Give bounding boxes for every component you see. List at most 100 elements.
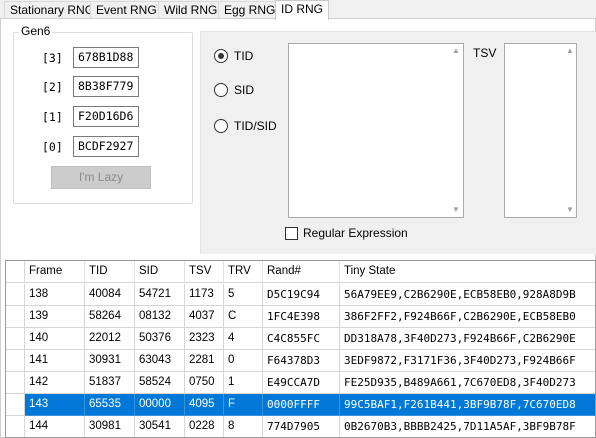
row-header[interactable] (6, 350, 25, 372)
row-header[interactable] (6, 372, 25, 394)
cell-tid[interactable]: 30931 (85, 350, 135, 372)
row-header-corner (6, 261, 25, 283)
col-header-tiny-state[interactable]: Tiny State (340, 261, 595, 283)
cell-sid[interactable]: 58524 (135, 372, 185, 394)
cell-tiny-state[interactable]: 0B2670B3,BBBB2425,7D11A5AF,3BF9B78F (340, 416, 595, 437)
radio-selected-dot (218, 53, 224, 59)
regex-checkbox-label: Regular Expression (303, 226, 408, 240)
results-grid[interactable]: Frame TID SID TSV TRV Rand# Tiny State 1… (5, 260, 596, 438)
cell-tsv[interactable]: 0228 (185, 416, 224, 437)
table-row[interactable]: 141 30931 63043 2281 0 F64378D3 3EDF9872,F3171… (6, 350, 595, 372)
cell-rand[interactable]: C4C855FC (263, 328, 340, 350)
cell-sid[interactable]: 08132 (135, 306, 185, 328)
cell-tid[interactable]: 58264 (85, 306, 135, 328)
cell-trv[interactable]: 1 (224, 372, 263, 394)
seed-label-3: [3] (42, 51, 63, 65)
cell-rand[interactable]: 0000FFFF (263, 394, 340, 416)
scroll-down-arrow-icon[interactable]: ▼ (565, 206, 575, 214)
tab-strip: Stationary RNG Event RNG Wild RNG Egg RN… (0, 0, 596, 20)
cell-sid[interactable]: 54721 (135, 284, 185, 306)
col-header-rand[interactable]: Rand# (263, 261, 340, 283)
scroll-down-arrow-icon[interactable]: ▼ (451, 206, 461, 214)
tab-stationary-rng[interactable]: Stationary RNG (4, 1, 94, 19)
cell-rand[interactable]: E49CCA7D (263, 372, 340, 394)
cell-frame[interactable]: 144 (25, 416, 85, 437)
cell-tid[interactable]: 51837 (85, 372, 135, 394)
row-header[interactable] (6, 394, 25, 416)
row-header[interactable] (6, 306, 25, 328)
cell-tiny-state[interactable]: 99C5BAF1,F261B441,3BF9B78F,7C670ED8 (340, 394, 595, 416)
cell-tiny-state[interactable]: 3EDF9872,F3171F36,3F40D273,F924B66F (340, 350, 595, 372)
cell-tiny-state[interactable]: DD318A78,3F40D273,F924B66F,C2B6290E (340, 328, 595, 350)
cell-frame[interactable]: 143 (25, 394, 85, 416)
cell-tiny-state[interactable]: FE25D935,B489A661,7C670ED8,3F40D273 (340, 372, 595, 394)
col-header-sid[interactable]: SID (135, 261, 185, 283)
cell-frame[interactable]: 139 (25, 306, 85, 328)
cell-rand[interactable]: 1FC4E398 (263, 306, 340, 328)
seed-1-input[interactable]: F20D16D6 (73, 106, 139, 127)
cell-tid[interactable]: 30981 (85, 416, 135, 437)
radio-tid-sid-button[interactable] (214, 119, 228, 133)
tab-egg-rng[interactable]: Egg RNG (218, 1, 276, 19)
gen6-group-title: Gen6 (19, 24, 53, 38)
table-row[interactable]: 142 51837 58524 0750 1 E49CCA7D FE25D935,B489A… (6, 372, 595, 394)
cell-tsv[interactable]: 1173 (185, 284, 224, 306)
grid-header-row: Frame TID SID TSV TRV Rand# Tiny State (6, 261, 595, 283)
col-header-tid[interactable]: TID (85, 261, 135, 283)
id-values-textbox[interactable]: ▲ ▼ (288, 43, 464, 218)
col-header-trv[interactable]: TRV (224, 261, 263, 283)
scroll-up-arrow-icon[interactable]: ▲ (565, 47, 575, 55)
cell-tid[interactable]: 22012 (85, 328, 135, 350)
cell-rand[interactable]: 774D7905 (263, 416, 340, 437)
cell-rand[interactable]: F64378D3 (263, 350, 340, 372)
cell-sid[interactable]: 63043 (135, 350, 185, 372)
cell-rand[interactable]: D5C19C94 (263, 284, 340, 306)
seed-label-0: [0] (42, 140, 63, 154)
seed-label-2: [2] (42, 80, 63, 94)
seed-2-input[interactable]: 8B38F779 (73, 76, 139, 97)
im-lazy-button[interactable]: I'm Lazy (51, 166, 151, 189)
tab-wild-rng[interactable]: Wild RNG (158, 1, 219, 19)
cell-trv[interactable]: 0 (224, 350, 263, 372)
tab-id-rng[interactable]: ID RNG (275, 0, 329, 20)
table-row[interactable]: 143 65535 00000 4095 F 0000FFFF 99C5BAF1,F261B… (6, 394, 595, 416)
col-header-tsv[interactable]: TSV (185, 261, 224, 283)
seed-3-input[interactable]: 678B1D88 (73, 47, 139, 68)
cell-tid[interactable]: 65535 (85, 394, 135, 416)
cell-frame[interactable]: 141 (25, 350, 85, 372)
cell-frame[interactable]: 142 (25, 372, 85, 394)
col-header-frame[interactable]: Frame (25, 261, 85, 283)
cell-trv[interactable]: 4 (224, 328, 263, 350)
cell-tiny-state[interactable]: 386F2FF2,F924B66F,C2B6290E,ECB58EB0 (340, 306, 595, 328)
tsv-textbox[interactable]: ▲ ▼ (504, 43, 577, 218)
seed-0-input[interactable]: BCDF2927 (73, 136, 139, 157)
cell-frame[interactable]: 138 (25, 284, 85, 306)
cell-tsv[interactable]: 4095 (185, 394, 224, 416)
cell-tsv[interactable]: 0750 (185, 372, 224, 394)
cell-trv[interactable]: 8 (224, 416, 263, 437)
table-row[interactable]: 138 40084 54721 1173 5 D5C19C94 56A79EE9,C2B62… (6, 284, 595, 306)
row-header[interactable] (6, 416, 25, 437)
cell-sid[interactable]: 30541 (135, 416, 185, 437)
cell-trv[interactable]: 5 (224, 284, 263, 306)
radio-tid-button[interactable] (214, 49, 228, 63)
radio-sid-button[interactable] (214, 83, 228, 97)
cell-tsv[interactable]: 4037 (185, 306, 224, 328)
tab-event-rng[interactable]: Event RNG (90, 1, 159, 19)
row-header[interactable] (6, 328, 25, 350)
cell-frame[interactable]: 140 (25, 328, 85, 350)
cell-trv[interactable]: C (224, 306, 263, 328)
scroll-up-arrow-icon[interactable]: ▲ (451, 47, 461, 55)
table-row[interactable]: 140 22012 50376 2323 4 C4C855FC DD318A78,3F40D… (6, 328, 595, 350)
table-row[interactable]: 139 58264 08132 4037 C 1FC4E398 386F2FF2,F924B… (6, 306, 595, 328)
cell-tsv[interactable]: 2281 (185, 350, 224, 372)
table-row[interactable]: 144 30981 30541 0228 8 774D7905 0B2670B3,BBBB2… (6, 416, 595, 437)
cell-sid[interactable]: 50376 (135, 328, 185, 350)
regex-checkbox[interactable] (285, 227, 298, 240)
cell-sid[interactable]: 00000 (135, 394, 185, 416)
row-header[interactable] (6, 284, 25, 306)
cell-tsv[interactable]: 2323 (185, 328, 224, 350)
cell-tiny-state[interactable]: 56A79EE9,C2B6290E,ECB58EB0,928A8D9B (340, 284, 595, 306)
cell-tid[interactable]: 40084 (85, 284, 135, 306)
cell-trv[interactable]: F (224, 394, 263, 416)
